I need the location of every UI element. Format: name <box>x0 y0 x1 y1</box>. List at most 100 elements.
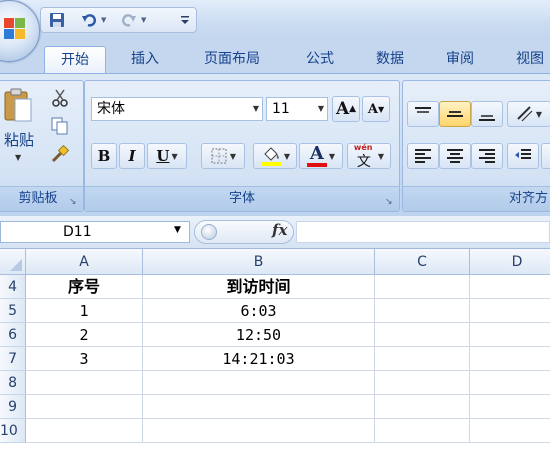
clipboard-launcher-icon[interactable]: ↘ <box>69 197 79 207</box>
table-cell[interactable] <box>375 323 470 347</box>
ribbon: 粘贴 ▼ 剪贴板 ↘ 宋体 ▼ 11 ▼ A ▲ A ▼ B I U ▼ ▼ ▼… <box>0 73 550 217</box>
table-cell[interactable] <box>470 395 550 419</box>
orientation-button[interactable]: ▼ <box>507 101 550 127</box>
table-cell[interactable] <box>375 275 470 299</box>
undo-dropdown-icon[interactable]: ▼ <box>101 16 106 24</box>
paste-button[interactable]: 粘贴 ▼ <box>0 87 35 169</box>
table-cell[interactable] <box>375 371 470 395</box>
column-header-d[interactable]: D <box>470 249 550 275</box>
align-center-button[interactable] <box>439 143 471 169</box>
tab-formulas[interactable]: 公式 <box>292 46 348 74</box>
copy-icon[interactable] <box>51 117 73 139</box>
font-launcher-icon[interactable]: ↘ <box>385 197 395 207</box>
table-cell[interactable] <box>375 347 470 371</box>
align-top-icon <box>415 107 431 113</box>
table-cell[interactable] <box>26 419 143 443</box>
phonetic-char: 文 <box>356 154 371 170</box>
table-header-cell-seq[interactable]: 序号 <box>26 275 143 299</box>
ribbon-tab-strip: 开始 插入 页面布局 公式 数据 审阅 视图 <box>0 40 550 76</box>
row-header[interactable]: 5 <box>0 299 26 323</box>
column-header-b[interactable]: B <box>143 249 375 275</box>
name-box-dropdown-icon[interactable]: ▼ <box>174 225 181 235</box>
row-header[interactable]: 9 <box>0 395 26 419</box>
grow-font-button[interactable]: A ▲ <box>332 96 360 122</box>
select-all-button[interactable] <box>0 249 26 275</box>
table-cell[interactable] <box>470 419 550 443</box>
tab-view[interactable]: 视图 <box>502 46 550 74</box>
cut-icon[interactable] <box>51 89 73 111</box>
table-header-cell-visit-time[interactable]: 到访时间 <box>143 275 375 299</box>
table-cell[interactable] <box>375 419 470 443</box>
table-cell[interactable] <box>470 371 550 395</box>
row-header[interactable]: 10 <box>0 419 26 443</box>
border-button[interactable]: ▼ <box>201 143 245 169</box>
save-icon[interactable] <box>47 10 67 30</box>
redo-dropdown-icon[interactable]: ▼ <box>141 16 146 24</box>
table-cell[interactable] <box>375 299 470 323</box>
tab-review[interactable]: 审阅 <box>432 46 488 74</box>
table-cell[interactable] <box>470 323 550 347</box>
font-size-select[interactable]: 11 ▼ <box>266 97 328 121</box>
align-right-button[interactable] <box>471 143 503 169</box>
table-cell[interactable] <box>470 299 550 323</box>
row-header[interactable]: 8 <box>0 371 26 395</box>
name-box[interactable]: D11 <box>0 221 190 243</box>
border-dropdown-icon: ▼ <box>229 151 237 161</box>
font-name-select[interactable]: 宋体 ▼ <box>91 97 263 121</box>
shrink-font-button[interactable]: A ▼ <box>362 96 390 122</box>
shrink-arrow-icon: ▼ <box>377 104 385 114</box>
tab-insert[interactable]: 插入 <box>116 46 174 74</box>
row-header[interactable]: 7 <box>0 347 26 371</box>
increase-indent-button[interactable] <box>541 143 550 169</box>
italic-button[interactable]: I <box>119 143 145 169</box>
font-color-swatch <box>306 163 327 167</box>
align-top-button[interactable] <box>407 101 439 127</box>
worksheet-grid: A B C D 4 序号 到访时间 5 1 6:03 6 2 12:50 7 3… <box>0 249 550 454</box>
decrease-indent-button[interactable] <box>507 143 539 169</box>
font-color-icon: A <box>306 143 327 168</box>
row-header[interactable]: 4 <box>0 275 26 299</box>
font-group: 宋体 ▼ 11 ▼ A ▲ A ▼ B I U ▼ ▼ ▼ A ▼ wén 文 … <box>84 80 400 212</box>
undo-icon[interactable] <box>79 10 99 30</box>
table-cell[interactable]: 12:50 <box>143 323 375 347</box>
font-color-button[interactable]: A ▼ <box>299 143 343 169</box>
fill-color-button[interactable]: ▼ <box>253 143 297 169</box>
formula-input[interactable] <box>296 221 550 243</box>
bold-button[interactable]: B <box>91 143 117 169</box>
table-cell[interactable] <box>143 419 375 443</box>
align-left-button[interactable] <box>407 143 439 169</box>
phonetic-button[interactable]: wén 文 ▼ <box>347 143 391 170</box>
paste-dropdown-icon[interactable]: ▼ <box>15 153 21 162</box>
table-cell[interactable]: 6:03 <box>143 299 375 323</box>
redo-icon[interactable] <box>119 10 139 30</box>
column-header-a[interactable]: A <box>26 249 143 275</box>
column-header-c[interactable]: C <box>375 249 470 275</box>
table-cell[interactable] <box>143 371 375 395</box>
font-group-label: 字体 <box>85 186 399 211</box>
table-cell[interactable]: 3 <box>26 347 143 371</box>
tab-page-layout[interactable]: 页面布局 <box>190 46 274 74</box>
font-name-dropdown-icon: ▼ <box>252 104 259 113</box>
table-cell[interactable] <box>375 395 470 419</box>
table-cell[interactable] <box>26 371 143 395</box>
customize-qat-icon[interactable] <box>175 10 195 30</box>
insert-function-button[interactable]: fx <box>272 221 287 239</box>
table-cell[interactable] <box>470 347 550 371</box>
grow-font-label: A <box>335 99 350 119</box>
format-painter-icon[interactable] <box>51 144 73 167</box>
grow-arrow-icon: ▲ <box>349 104 357 114</box>
table-cell[interactable]: 1 <box>26 299 143 323</box>
table-cell[interactable] <box>143 395 375 419</box>
table-cell[interactable] <box>26 395 143 419</box>
align-bottom-button[interactable] <box>471 101 503 127</box>
font-color-dropdown-icon: ▼ <box>328 151 336 161</box>
row-header[interactable]: 6 <box>0 323 26 347</box>
tab-data[interactable]: 数据 <box>362 46 418 74</box>
table-cell[interactable]: 2 <box>26 323 143 347</box>
underline-button[interactable]: U ▼ <box>147 143 187 169</box>
cancel-formula-icon[interactable] <box>201 224 217 240</box>
align-middle-button[interactable] <box>439 101 471 127</box>
table-cell[interactable]: 14:21:03 <box>143 347 375 371</box>
table-cell[interactable] <box>470 275 550 299</box>
tab-home[interactable]: 开始 <box>44 46 106 76</box>
